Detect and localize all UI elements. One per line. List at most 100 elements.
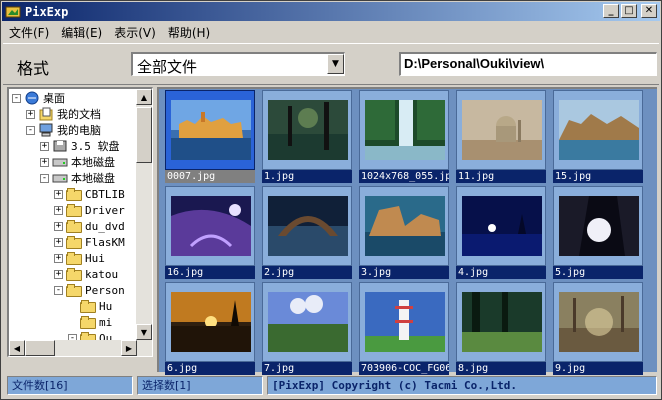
tree-node[interactable]: - 桌面 (12, 90, 65, 106)
tree-node-label: katou (85, 267, 119, 281)
expand-icon[interactable]: + (54, 189, 63, 199)
thumbnail-item[interactable]: 9.jpg (551, 282, 645, 376)
minimize-button[interactable]: _ (603, 4, 619, 18)
tree-node-label: 3.5 软盘 (71, 140, 120, 153)
thumbnail-caption: 3.jpg (359, 266, 449, 279)
thumbnail-frame (262, 282, 352, 362)
tree-node-label: Person (85, 283, 125, 297)
thumbnail-caption: 0007.jpg (165, 170, 255, 183)
thumbnail-frame (359, 90, 449, 170)
thumbnail-frame (165, 186, 255, 266)
dropdown-button[interactable]: ▼ (327, 54, 344, 74)
thumbnail-caption: 15.jpg (553, 170, 643, 183)
thumbnail-image (365, 292, 445, 352)
thumbnail-caption: 5.jpg (553, 266, 643, 279)
thumbnail-item[interactable]: 6.jpg (163, 282, 257, 376)
tree-node[interactable]: - 我的电脑 (26, 122, 101, 138)
window-controls: _ □ ✕ (603, 4, 657, 18)
thumbnail-frame (165, 90, 255, 170)
tree-node[interactable]: + katou (54, 266, 118, 282)
tree-node[interactable]: + CBTLIB (54, 186, 125, 202)
folder-icon (66, 219, 82, 233)
expand-icon[interactable]: + (54, 269, 63, 279)
expand-icon[interactable]: + (26, 109, 35, 119)
thumbnail-image (171, 292, 251, 352)
thumbnail-frame (553, 90, 643, 170)
scroll-left-button[interactable]: ◀ (9, 340, 25, 356)
chevron-down-icon: ▼ (332, 59, 339, 69)
collapse-icon[interactable]: - (26, 125, 35, 135)
expand-icon[interactable]: + (40, 141, 49, 151)
tree-node-label: 我的文档 (57, 108, 101, 121)
expand-icon[interactable]: + (54, 221, 63, 231)
thumbnail-item[interactable]: 7.jpg (260, 282, 354, 376)
tree-node[interactable]: Hu (68, 298, 112, 314)
tree-node[interactable]: +3.5 软盘 (40, 138, 120, 154)
thumbnail-image (462, 292, 542, 352)
thumbnail-item[interactable]: 1.jpg (260, 90, 354, 184)
collapse-icon[interactable]: - (12, 93, 21, 103)
format-select[interactable]: 全部文件 ▼ (131, 52, 345, 76)
thumbnail-caption: 16.jpg (165, 266, 255, 279)
tree-node[interactable]: mi (68, 314, 112, 330)
chevron-left-icon: ◀ (13, 343, 21, 353)
collapse-icon[interactable]: - (54, 285, 63, 295)
tree-horizontal-scrollbar[interactable]: ◀ ▶ (9, 340, 137, 356)
thumbnail-image (268, 196, 348, 256)
window-title: PixExp (25, 4, 69, 19)
tree-node[interactable]: + Hui (54, 250, 105, 266)
collapse-icon[interactable]: - (40, 173, 49, 183)
thumbnail-item[interactable]: 16.jpg (163, 186, 257, 280)
tree-node[interactable]: + du_dvd (54, 218, 125, 234)
thumbnail-image (268, 100, 348, 160)
thumbnail-item[interactable]: 703906-COC_FG06.jpg (357, 282, 451, 376)
scroll-right-button[interactable]: ▶ (121, 340, 137, 356)
folder-icon (66, 203, 82, 217)
maximize-button[interactable]: □ (621, 4, 637, 18)
thumbnail-item[interactable]: 15.jpg (551, 90, 645, 184)
scroll-down-button[interactable]: ▼ (136, 324, 152, 340)
thumbnail-item[interactable]: 0007.jpg (163, 90, 257, 184)
scroll-up-button[interactable]: ▲ (136, 89, 152, 105)
expand-icon[interactable]: + (54, 205, 63, 215)
thumbnail-item[interactable]: 8.jpg (454, 282, 548, 376)
app-icon (5, 4, 21, 20)
tree-node[interactable]: - 本地磁盘 (40, 170, 115, 186)
menu-view[interactable]: 表示(V) (108, 24, 162, 41)
thumbnail-item[interactable]: 4.jpg (454, 186, 548, 280)
tree-node-label: 桌面 (43, 92, 65, 105)
thumbnail-item[interactable]: 11.jpg (454, 90, 548, 184)
thumbnail-item[interactable]: 5.jpg (551, 186, 645, 280)
menu-edit[interactable]: 编辑(E) (55, 24, 108, 41)
thumbnail-item[interactable]: 2.jpg (260, 186, 354, 280)
path-input[interactable]: D:\Personal\Ouki\view\ (399, 52, 657, 76)
thumbnail-caption: 6.jpg (165, 362, 255, 375)
scroll-thumb[interactable] (136, 107, 152, 163)
thumbnail-frame (456, 90, 546, 170)
thumbnail-item[interactable]: 1024x768_055.jpg (357, 90, 451, 184)
tree-node-label: 本地磁盘 (71, 156, 115, 169)
thumbnail-caption: 1.jpg (262, 170, 352, 183)
tree-node[interactable]: - Person (54, 282, 125, 298)
tree-node[interactable]: + 我的文档 (26, 106, 101, 122)
hscroll-thumb[interactable] (25, 340, 55, 356)
disk-icon (52, 155, 68, 169)
tree-node[interactable]: + Driver (54, 202, 125, 218)
menu-help[interactable]: 帮助(H) (162, 24, 216, 41)
title-bar[interactable]: PixExp _ □ ✕ (2, 2, 660, 21)
menu-file[interactable]: 文件(F) (3, 24, 55, 41)
format-label: 格式 (17, 59, 50, 78)
folder-icon (80, 315, 96, 329)
tree-node[interactable]: + 本地磁盘 (40, 154, 115, 170)
thumbnail-item[interactable]: 3.jpg (357, 186, 451, 280)
close-button[interactable]: ✕ (641, 4, 657, 18)
thumbnail-frame (553, 186, 643, 266)
thumbnail-caption: 703906-COC_FG06.jpg (359, 362, 449, 375)
tree-node-label: 本地磁盘 (71, 172, 115, 185)
thumbnail-caption: 8.jpg (456, 362, 546, 375)
expand-icon[interactable]: + (54, 237, 63, 247)
tree-vertical-scrollbar[interactable]: ▲ ▼ (136, 89, 152, 356)
expand-icon[interactable]: + (54, 253, 63, 263)
expand-icon[interactable]: + (40, 157, 49, 167)
tree-node[interactable]: + FlasKM (54, 234, 125, 250)
